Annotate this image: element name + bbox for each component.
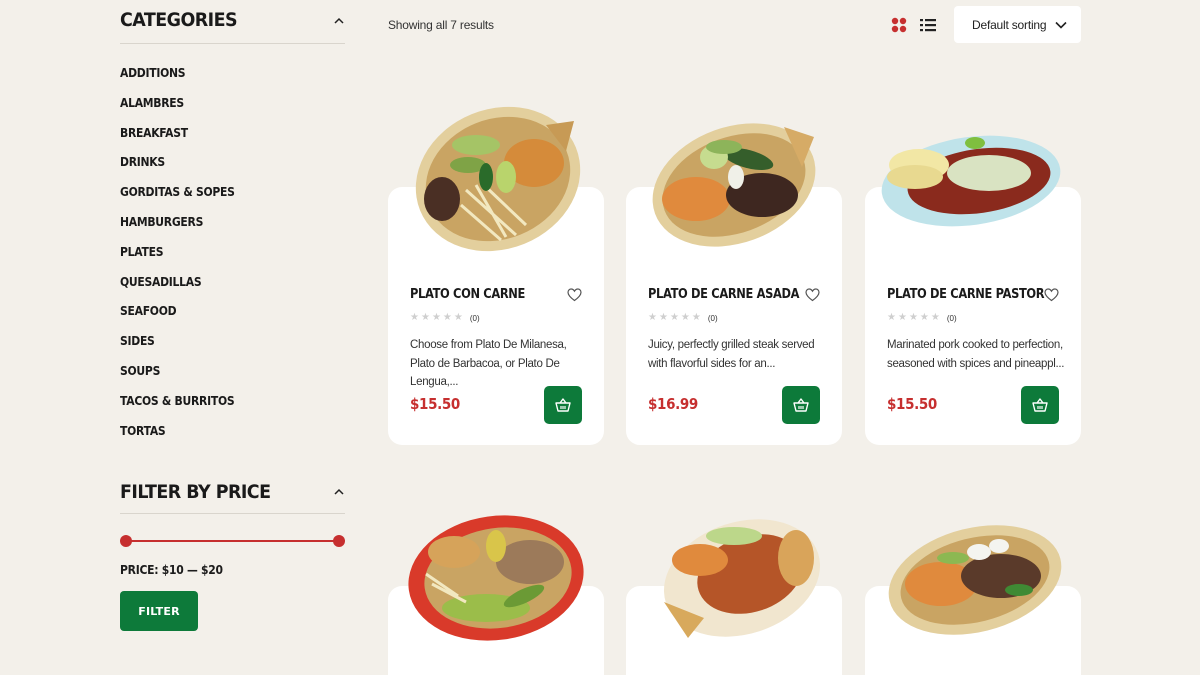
results-count: Showing all 7 results [388, 18, 494, 32]
category-item-soups[interactable]: SOUPS [120, 361, 323, 391]
star-icon: ★ [669, 312, 679, 323]
add-to-cart-button[interactable] [1021, 386, 1059, 424]
price-filter: FILTER BY PRICE PRICE: $10 — $20 FILTER [120, 470, 345, 631]
category-item-hamburgers[interactable]: HAMBURGERS [120, 212, 323, 242]
star-icon: ★ [453, 312, 463, 323]
product-card[interactable]: PLATO DE CARNE ASADA ★ ★ ★ ★ ★ (0) Juicy… [626, 123, 842, 445]
heart-icon[interactable] [567, 288, 582, 302]
star-icon: ★ [887, 312, 896, 323]
category-item-sides[interactable]: SIDES [120, 331, 323, 361]
filter-button[interactable]: FILTER [120, 591, 198, 631]
price-filter-header[interactable]: FILTER BY PRICE [120, 470, 345, 514]
rating-count: (0) [707, 313, 718, 323]
chevron-up-icon[interactable] [333, 486, 345, 498]
product-image[interactable] [406, 95, 586, 255]
product-title[interactable]: PLATO DE CARNE PASTOR [887, 287, 1045, 302]
star-icon: ★ [420, 312, 430, 323]
sorting-value: Default sorting [972, 17, 1047, 32]
heart-icon[interactable] [1044, 288, 1059, 302]
category-item-tacos-burritos[interactable]: TACOS & BURRITOS [120, 391, 323, 421]
category-item-drinks[interactable]: DRINKS [120, 152, 323, 182]
category-item-tortas[interactable]: TORTAS [120, 421, 323, 451]
heart-icon[interactable] [805, 288, 820, 302]
category-item-alambres[interactable]: ALAMBRES [120, 93, 323, 123]
product-card[interactable]: PLATO DE CARNE PASTOR ★ ★ ★ ★ ★ (0) Mari… [865, 135, 1081, 445]
star-icon: ★ [691, 312, 701, 323]
price-filter-title: FILTER BY PRICE [120, 480, 271, 503]
product-image[interactable] [646, 514, 826, 642]
rating-count: (0) [946, 313, 957, 323]
product-card[interactable] [388, 515, 604, 675]
category-item-breakfast[interactable]: BREAKFAST [120, 123, 323, 153]
rating-stars: ★ ★ ★ ★ ★ (0) [887, 313, 957, 323]
add-to-cart-button[interactable] [782, 386, 820, 424]
category-item-plates[interactable]: PLATES [120, 242, 323, 272]
product-image[interactable] [406, 512, 588, 644]
product-card[interactable] [865, 525, 1081, 675]
star-icon: ★ [431, 312, 441, 323]
price-range-label: PRICE: $10 — $20 [120, 563, 223, 577]
rating-stars: ★ ★ ★ ★ ★ (0) [648, 313, 718, 323]
product-title[interactable]: PLATO DE CARNE ASADA [648, 287, 799, 302]
product-price: $16.99 [648, 395, 698, 413]
price-slider[interactable] [120, 534, 345, 548]
star-icon: ★ [680, 312, 690, 323]
rating-count: (0) [469, 313, 480, 323]
price-slider-min-handle[interactable] [120, 535, 132, 547]
star-icon: ★ [648, 312, 657, 323]
product-description: Juicy, perfectly grilled steak served wi… [648, 339, 815, 370]
product-price: $15.50 [410, 395, 460, 413]
product-description: Marinated pork cooked to perfection, sea… [887, 339, 1065, 370]
product-image[interactable] [883, 520, 1065, 640]
product-price: $15.50 [887, 395, 937, 413]
sorting-select[interactable]: Default sorting [954, 6, 1081, 43]
star-icon: ★ [908, 312, 918, 323]
chevron-down-icon [1055, 21, 1067, 29]
category-item-seafood[interactable]: SEAFOOD [120, 301, 323, 331]
star-icon: ★ [897, 312, 907, 323]
star-icon: ★ [919, 312, 929, 323]
grid-view-icon[interactable] [891, 17, 907, 33]
list-view-icon[interactable] [920, 17, 936, 33]
product-card[interactable]: PLATO CON CARNE ★ ★ ★ ★ ★ (0) Choose fro… [388, 106, 604, 445]
star-icon: ★ [658, 312, 668, 323]
categories-header[interactable]: CATEGORIES [120, 0, 345, 44]
category-item-additions[interactable]: ADDITIONS [120, 63, 323, 93]
star-icon: ★ [930, 312, 940, 323]
chevron-up-icon[interactable] [333, 14, 345, 26]
sidebar: CATEGORIES ADDITIONS ALAMBRES BREAKFAST … [120, 0, 345, 631]
product-card[interactable] [626, 519, 842, 675]
price-slider-max-handle[interactable] [333, 535, 345, 547]
product-description: Choose from Plato De Milanesa, Plato de … [410, 339, 567, 388]
star-icon: ★ [410, 312, 419, 323]
price-slider-track[interactable] [125, 540, 340, 542]
add-to-cart-button[interactable] [544, 386, 582, 424]
basket-icon [1032, 398, 1048, 412]
product-image[interactable] [879, 125, 1065, 235]
basket-icon [793, 398, 809, 412]
category-item-gorditas-sopes[interactable]: GORDITAS & SOPES [120, 182, 323, 212]
product-image[interactable] [644, 107, 824, 257]
category-list: ADDITIONS ALAMBRES BREAKFAST DRINKS GORD… [120, 63, 345, 450]
basket-icon [555, 398, 571, 412]
product-title[interactable]: PLATO CON CARNE [410, 287, 525, 302]
category-item-quesadillas[interactable]: QUESADILLAS [120, 272, 323, 302]
rating-stars: ★ ★ ★ ★ ★ (0) [410, 313, 480, 323]
categories-title: CATEGORIES [120, 9, 238, 31]
star-icon: ★ [442, 312, 452, 323]
